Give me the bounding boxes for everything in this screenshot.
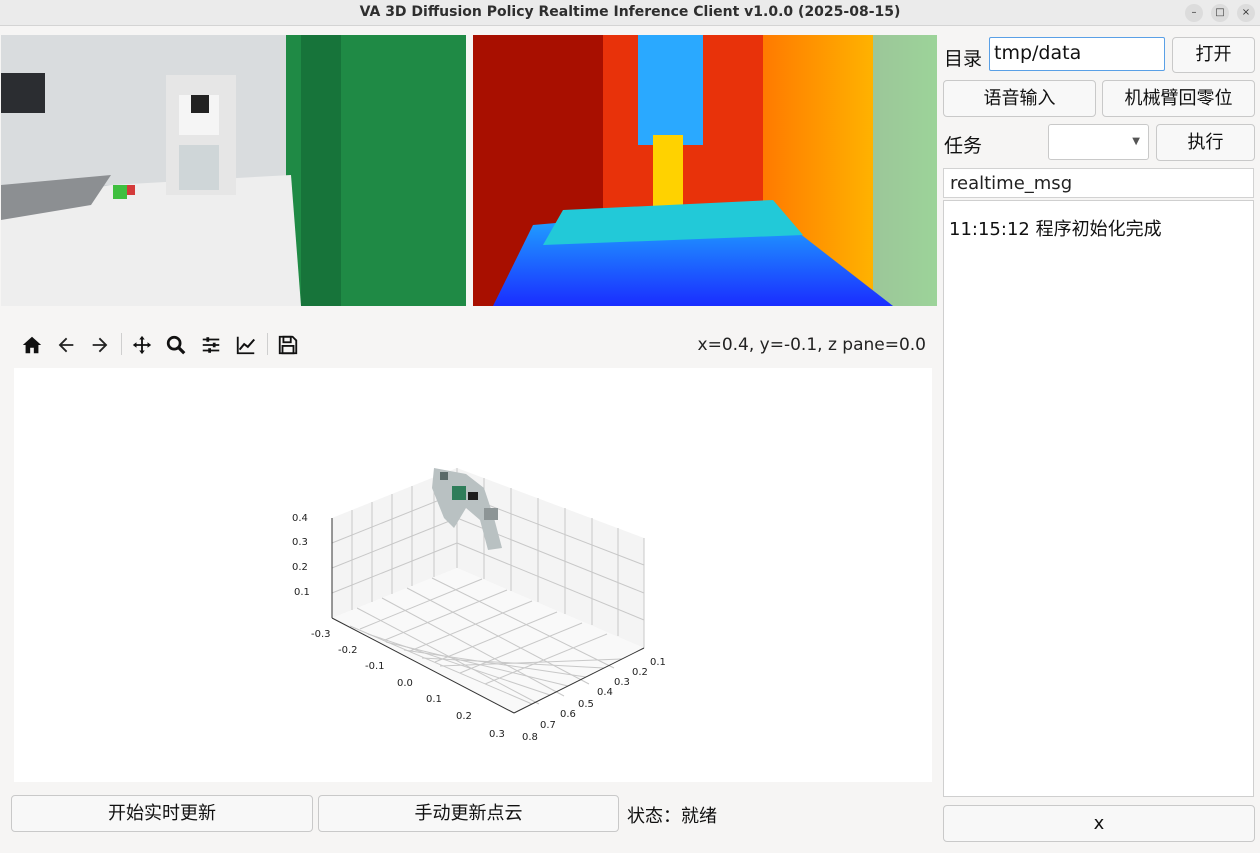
y-tick: 0.3 [489,729,505,740]
x-tick: 0.8 [522,732,538,743]
open-button[interactable]: 打开 [1172,37,1255,73]
x-tick: 0.2 [632,667,648,678]
rgb-camera-view [1,35,466,306]
voice-input-button[interactable]: 语音输入 [943,80,1096,117]
task-select[interactable]: ▼ [1048,124,1149,160]
pan-icon[interactable] [128,331,156,359]
y-tick: 0.2 [456,711,472,722]
execute-button[interactable]: 执行 [1156,124,1255,161]
home-icon[interactable] [18,331,46,359]
z-tick: 0.1 [294,587,310,598]
configure-subplots-icon[interactable] [197,331,225,359]
z-tick: 0.2 [292,562,308,573]
directory-input[interactable]: tmp/data [989,37,1165,71]
x-tick: 0.6 [560,709,576,720]
y-tick: -0.2 [338,645,358,656]
y-tick: 0.1 [426,694,442,705]
message-list[interactable]: 11:15:12 程序初始化完成 [943,200,1254,797]
forward-arrow-icon[interactable] [86,331,114,359]
zoom-icon[interactable] [162,331,190,359]
back-arrow-icon[interactable] [52,331,80,359]
cursor-coordinate-readout: x=0.4, y=-0.1, z pane=0.0 [697,335,926,355]
window-title: VA 3D Diffusion Policy Realtime Inferenc… [359,4,901,20]
edit-axis-icon[interactable] [232,331,260,359]
toolbar-separator [121,333,122,355]
message-list-header: realtime_msg [943,168,1254,198]
y-tick: -0.3 [311,629,331,640]
clear-messages-button[interactable]: x [943,805,1255,842]
close-button[interactable]: × [1237,4,1255,22]
point-cloud-plot[interactable]: 0.4 0.3 0.2 0.1 -0.3 -0.2 -0.1 0.0 0.1 0… [14,368,932,782]
x-tick: 0.7 [540,720,556,731]
message-item: 11:15:12 程序初始化完成 [949,219,1162,240]
minimize-button[interactable]: – [1185,4,1203,22]
x-tick: 0.1 [650,657,666,668]
z-tick: 0.4 [292,513,308,524]
status-label: 状态：就绪 [627,806,717,827]
arm-home-button[interactable]: 机械臂回零位 [1102,80,1255,117]
x-tick: 0.4 [597,687,613,698]
y-tick: -0.1 [365,661,385,672]
directory-label: 目录 [944,48,983,70]
toolbar-separator [267,333,268,355]
start-realtime-update-button[interactable]: 开始实时更新 [11,795,313,832]
y-tick: 0.0 [397,678,413,689]
x-tick: 0.5 [578,699,594,710]
title-bar: VA 3D Diffusion Policy Realtime Inferenc… [0,0,1260,26]
depth-camera-view [473,35,937,306]
chevron-down-icon: ▼ [1132,136,1140,147]
maximize-button[interactable]: □ [1211,4,1229,22]
save-icon[interactable] [274,331,302,359]
manual-update-pointcloud-button[interactable]: 手动更新点云 [318,795,619,832]
task-label: 任务 [944,135,983,157]
z-tick: 0.3 [292,537,308,548]
x-tick: 0.3 [614,677,630,688]
